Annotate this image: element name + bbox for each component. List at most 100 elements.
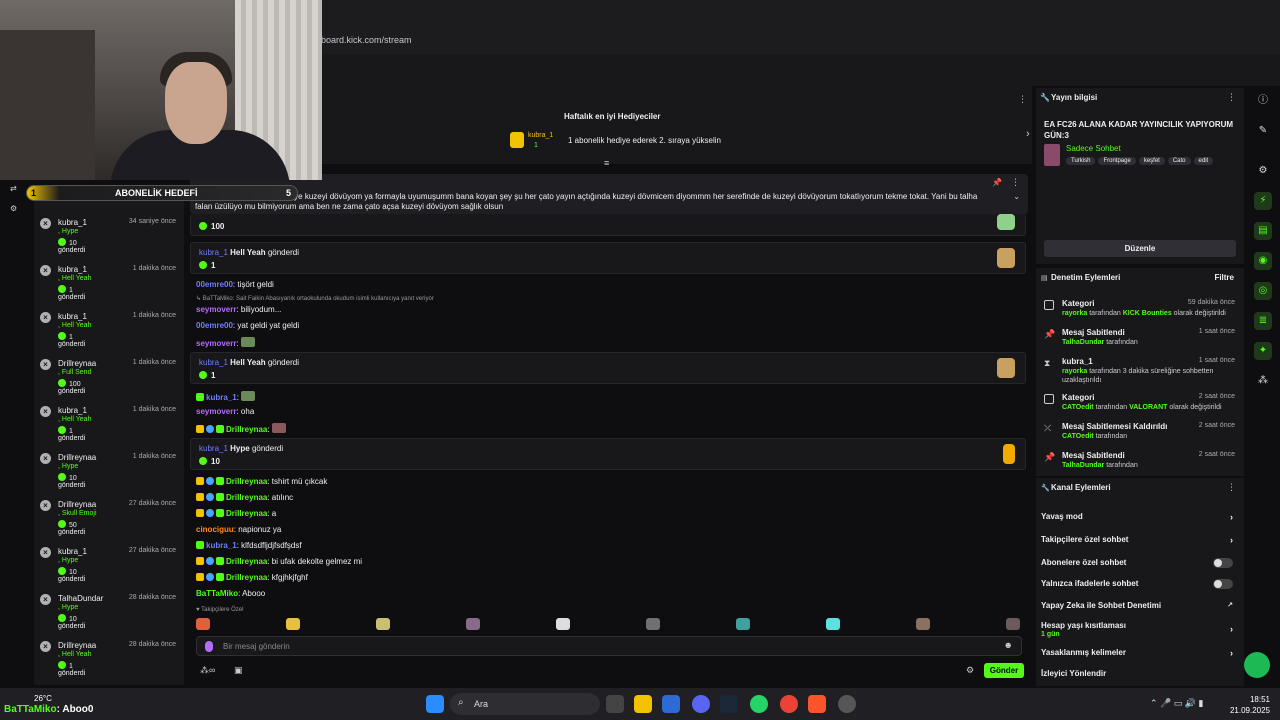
clipboard-icon[interactable]: ▤ xyxy=(1254,222,1272,240)
chat-input[interactable]: Bir mesaj gönderin ☻ xyxy=(196,636,1022,656)
redirect-viewers-row[interactable]: İzleyici Yönlendir xyxy=(1041,669,1237,678)
close-icon[interactable]: × xyxy=(40,312,51,323)
more-icon[interactable]: ⋮ xyxy=(1011,177,1020,188)
close-icon[interactable]: × xyxy=(40,641,51,652)
pin-icon[interactable]: 📌 xyxy=(992,178,1002,187)
chat-username[interactable]: Drillreynaa xyxy=(226,477,267,486)
category-name[interactable]: Sadece Sohbet xyxy=(1066,144,1121,153)
list-icon[interactable]: ≣ xyxy=(1254,312,1272,330)
gift-icon[interactable]: ▣ xyxy=(234,665,243,676)
reply-context[interactable]: ↳ BaTTaMiko: Sait Faikin Abasıyanık orta… xyxy=(196,295,434,302)
emote-icon[interactable] xyxy=(196,618,210,630)
discord-icon[interactable] xyxy=(692,695,710,713)
heart-emote-icon[interactable] xyxy=(826,618,840,630)
close-icon[interactable]: × xyxy=(40,265,51,276)
gift-prompt[interactable]: 1 abonelik hediye ederek 2. sıraya yükse… xyxy=(568,136,721,145)
emote-icon[interactable] xyxy=(1006,618,1020,630)
edit-button[interactable]: Düzenle xyxy=(1044,240,1236,257)
category-thumbnail[interactable] xyxy=(1044,144,1060,166)
chat-username[interactable]: Drillreynaa xyxy=(226,509,267,518)
apps-icon[interactable]: ⁂ xyxy=(1254,372,1272,390)
steam-icon[interactable] xyxy=(720,695,738,713)
wrench-icon[interactable]: ✦ xyxy=(1254,342,1272,360)
subs-only-row: Abonelere özel sohbet xyxy=(1041,558,1237,568)
followers-only-row[interactable]: Takipçilere özel sohbet › xyxy=(1041,535,1237,545)
brave-icon[interactable] xyxy=(808,695,826,713)
close-icon[interactable]: × xyxy=(40,453,51,464)
taskbar-search[interactable]: ⌕ Ara xyxy=(450,693,600,715)
gear-icon[interactable]: ⚙ xyxy=(966,665,974,676)
support-chat-icon[interactable] xyxy=(1244,652,1270,678)
chevron-down-icon[interactable]: ⌄ xyxy=(1013,192,1020,201)
close-icon[interactable]: × xyxy=(40,547,51,558)
chat-username[interactable]: Drillreynaa xyxy=(226,573,267,582)
info-icon[interactable]: ⓘ xyxy=(1254,92,1272,110)
emote-icon[interactable] xyxy=(466,618,480,630)
lightning-icon[interactable]: ⚡ xyxy=(1254,192,1272,210)
task-view-icon[interactable] xyxy=(606,695,624,713)
app-icon[interactable] xyxy=(838,695,856,713)
emoji-icon[interactable]: ☻ xyxy=(1004,640,1013,650)
weather-widget[interactable]: 26°C xyxy=(34,694,52,703)
ai-moderation-row[interactable]: Yapay Zeka ile Sohbet Denetimi ↗ xyxy=(1041,601,1237,610)
chat-username[interactable]: Drillreynaa xyxy=(226,493,267,502)
tag[interactable]: Cato xyxy=(1167,157,1191,165)
tag[interactable]: Turkish xyxy=(1066,157,1096,165)
emote-icon[interactable] xyxy=(556,618,570,630)
chat-username[interactable]: 00emre00 xyxy=(196,321,233,330)
broadcast-icon[interactable]: ◎ xyxy=(1254,282,1272,300)
emote-icon[interactable] xyxy=(916,618,930,630)
emote-icon[interactable] xyxy=(376,618,390,630)
chat-username[interactable]: kubra_1 xyxy=(206,541,237,550)
chat-username[interactable]: kubra_1 xyxy=(206,393,237,402)
mic-icon[interactable] xyxy=(205,641,213,652)
tag[interactable]: Frontpage xyxy=(1098,157,1136,165)
subs-only-toggle[interactable] xyxy=(1213,558,1233,568)
chat-username[interactable]: BaTTaMiko xyxy=(196,589,238,598)
chat-icon[interactable]: ◉ xyxy=(1254,252,1272,270)
expand-icon[interactable]: ≡ xyxy=(604,158,609,168)
filter-button[interactable]: Filtre xyxy=(1214,273,1234,282)
edit-icon[interactable]: ✎ xyxy=(1254,122,1272,140)
more-icon[interactable]: ⋮ xyxy=(1227,92,1236,103)
more-icon[interactable]: ⋮ xyxy=(1018,94,1027,105)
close-icon[interactable]: × xyxy=(40,359,51,370)
system-clock[interactable]: 18:51 21.09.2025 xyxy=(1222,694,1270,716)
address-text[interactable]: board.kick.com/stream xyxy=(321,35,412,45)
chat-username[interactable]: seymoverr xyxy=(196,339,236,348)
windows-start-icon[interactable] xyxy=(426,695,444,713)
close-icon[interactable]: × xyxy=(40,218,51,229)
slow-mode-row[interactable]: Yavaş mod › xyxy=(1041,512,1237,522)
account-age-row[interactable]: Hesap yaşı kısıtlaması › 1 gün xyxy=(1041,621,1237,638)
send-button[interactable]: Gönder xyxy=(984,663,1024,678)
banned-words-row[interactable]: Yasaklanmış kelimeler › xyxy=(1041,648,1237,658)
whatsapp-icon[interactable] xyxy=(750,695,768,713)
emote-icon[interactable] xyxy=(286,618,300,630)
chat-username[interactable]: seymoverr xyxy=(196,305,236,314)
top-gifter-name[interactable]: kubra_1 xyxy=(528,132,553,139)
store-icon[interactable] xyxy=(662,695,680,713)
emote-icon[interactable] xyxy=(736,618,750,630)
share-icon[interactable]: ⇄ xyxy=(10,184,17,193)
chat-username[interactable]: Drillreynaa xyxy=(226,425,267,434)
file-explorer-icon[interactable] xyxy=(634,695,652,713)
chat-username[interactable]: Drillreynaa xyxy=(226,557,267,566)
chat-username[interactable]: 00emre00 xyxy=(196,280,233,289)
emote-icon[interactable] xyxy=(646,618,660,630)
close-icon[interactable]: × xyxy=(40,594,51,605)
chat-username[interactable]: seymoverr xyxy=(196,407,236,416)
emote-only-toggle[interactable] xyxy=(1213,579,1233,589)
tag[interactable]: edit xyxy=(1193,157,1214,165)
close-icon[interactable]: × xyxy=(40,500,51,511)
close-icon[interactable]: × xyxy=(40,406,51,417)
kicks-icon[interactable]: ⁂∞ xyxy=(200,665,215,676)
address-bar[interactable] xyxy=(310,30,990,50)
tag[interactable]: keşfet xyxy=(1138,157,1165,165)
chevron-right-icon[interactable]: › xyxy=(1026,128,1030,140)
tray-icons[interactable]: ⌃ 🎤 ▭ 🔊 ▮ xyxy=(1150,698,1203,709)
settings-icon[interactable]: ⚙ xyxy=(1254,162,1272,180)
more-icon[interactable]: ⋮ xyxy=(1227,482,1236,493)
chrome-icon[interactable] xyxy=(780,695,798,713)
gear-icon[interactable]: ⚙ xyxy=(10,204,17,213)
chat-username[interactable]: cinociguu xyxy=(196,525,234,534)
